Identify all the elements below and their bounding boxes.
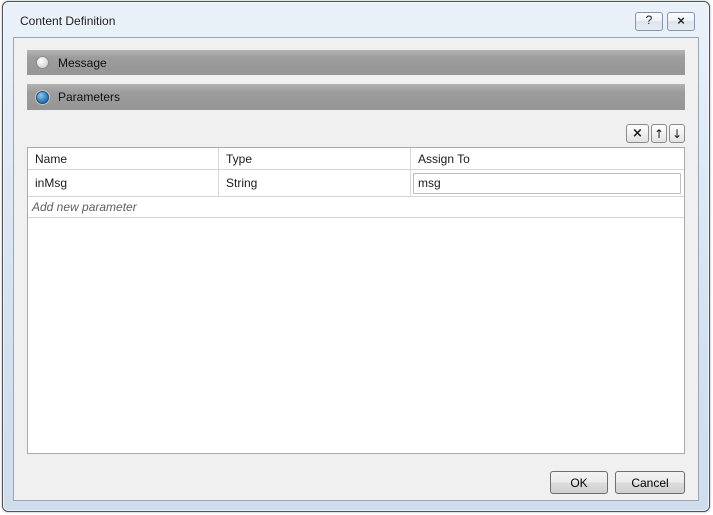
message-radio[interactable]: [36, 56, 49, 69]
dialog-content: Message Parameters × ↑ ↓ Name Type Assig…: [13, 37, 699, 501]
column-header-type[interactable]: Type: [219, 148, 411, 169]
message-section-label: Message: [58, 55, 107, 70]
cell-type[interactable]: String: [219, 170, 411, 196]
move-up-button[interactable]: ↑: [651, 124, 667, 143]
arrow-down-icon: ↓: [671, 126, 683, 141]
footer: OK Cancel: [27, 471, 685, 494]
assign-to-input[interactable]: [413, 172, 681, 194]
parameters-section-label: Parameters: [58, 90, 121, 104]
delete-icon: ×: [632, 126, 643, 141]
table-row[interactable]: inMsg String: [28, 170, 684, 197]
table-empty-area: [28, 218, 684, 453]
help-icon: ?: [645, 13, 653, 27]
cell-name[interactable]: inMsg: [28, 170, 219, 196]
parameters-toolbar: × ↑ ↓: [27, 124, 685, 143]
arrow-up-icon: ↑: [653, 126, 665, 141]
section-header-message[interactable]: Message: [27, 50, 685, 75]
content-definition-dialog: Content Definition ? × Message Parameter…: [2, 1, 710, 512]
column-header-assign-to[interactable]: Assign To: [411, 148, 684, 169]
section-header-parameters[interactable]: Parameters: [27, 84, 685, 110]
titlebar-buttons: ? ×: [635, 11, 695, 31]
ok-button[interactable]: OK: [550, 471, 608, 494]
add-new-parameter-row[interactable]: Add new parameter: [28, 197, 684, 218]
help-button[interactable]: ?: [635, 11, 663, 31]
move-down-button[interactable]: ↓: [669, 124, 685, 143]
delete-parameter-button[interactable]: ×: [626, 124, 649, 143]
titlebar[interactable]: Content Definition ? ×: [3, 2, 709, 37]
table-header-row: Name Type Assign To: [28, 148, 684, 170]
parameters-radio[interactable]: [36, 90, 49, 104]
column-header-name[interactable]: Name: [28, 148, 219, 169]
parameters-table: Name Type Assign To inMsg String Add new…: [27, 147, 685, 454]
cancel-button[interactable]: Cancel: [615, 471, 685, 494]
close-button[interactable]: ×: [667, 11, 695, 31]
cell-assign-to: [411, 170, 684, 196]
window-title: Content Definition: [20, 14, 116, 28]
close-icon: ×: [677, 12, 685, 28]
